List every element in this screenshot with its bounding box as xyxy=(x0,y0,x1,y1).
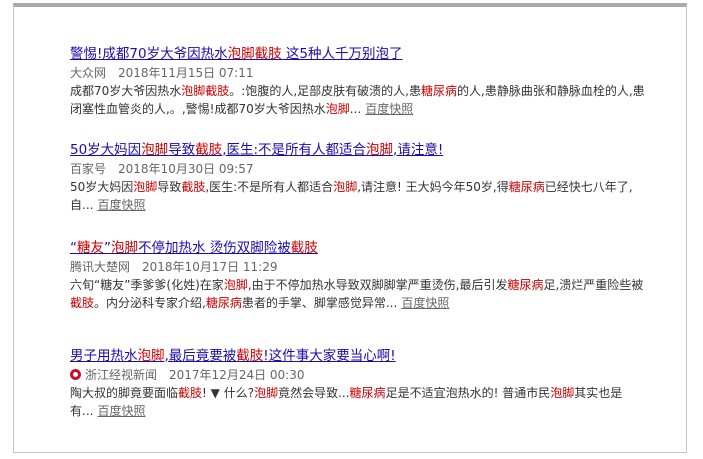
text-segment: ,请注意! 王大妈今年50岁,得 xyxy=(357,180,509,194)
text-segment: 竟然会导致... xyxy=(278,386,350,400)
highlighted-keyword: 截肢 xyxy=(178,386,203,400)
text-segment: ,请注意! xyxy=(393,142,444,158)
highlighted-keyword: 泡脚 xyxy=(254,386,279,400)
highlighted-keyword: 泡脚 xyxy=(223,278,248,292)
text-segment: ... xyxy=(349,102,362,116)
text-segment: 这5种人千万别泡了 xyxy=(281,46,403,62)
result-title-link[interactable]: 警惕!成都70岁大爷因热水泡脚截肢 这5种人千万别泡了 xyxy=(70,45,645,63)
result-snippet: 50岁大妈因泡脚导致截肢,医生:不是所有人都适合泡脚,请注意! 王大妈今年50岁… xyxy=(70,178,645,214)
highlighted-keyword: 糖尿病 xyxy=(349,386,386,400)
highlighted-keyword: 泡脚 xyxy=(137,348,165,364)
text-segment: ,由于不停加热水导致双脚脚掌严重烫伤,最后引发 xyxy=(247,278,508,292)
text-segment: 导致 xyxy=(157,180,182,194)
text-segment: 足是不适宜泡热水的! 普通市民 xyxy=(385,386,551,400)
source-name: 百家号 xyxy=(70,162,107,176)
snippet-text: 50岁大妈因泡脚导致截肢,医生:不是所有人都适合泡脚,请注意! 王大妈今年50岁… xyxy=(70,180,633,212)
highlighted-keyword: 截肢 xyxy=(195,142,223,158)
result-source: 浙江经视新闻 2017年12月24日 00:30 xyxy=(70,366,645,384)
text-segment: 50岁大妈因 xyxy=(70,142,142,158)
text-segment: 足,溃烂严重险些被 xyxy=(543,278,644,292)
cache-snapshot-link[interactable]: 百度快照 xyxy=(97,404,145,418)
highlighted-keyword: 截肢 xyxy=(236,348,264,364)
result-snippet: 六旬“糖友”季爹爹(化姓)在家泡脚,由于不停加热水导致双脚脚掌严重烫伤,最后引发… xyxy=(70,276,645,312)
source-name: 浙江经视新闻 xyxy=(85,368,158,382)
result-source: 腾讯大楚网 2018年10月17日 11:29 xyxy=(70,258,645,276)
highlighted-keyword: 泡脚 xyxy=(550,386,575,400)
highlighted-keyword: 泡脚 xyxy=(366,142,394,158)
highlighted-keyword: 糖尿病 xyxy=(420,84,457,98)
highlighted-keyword: 截肢 xyxy=(181,180,206,194)
result-source: 大众网 2018年11月15日 07:11 xyxy=(70,64,645,82)
highlighted-keyword: 泡脚 xyxy=(141,142,169,158)
text-segment: ,医生:不是所有人都适合 xyxy=(205,180,334,194)
result-title-link[interactable]: “糖友”泡脚不停加热水 烫伤双脚险被截肢 xyxy=(70,239,645,257)
text-segment: 不停加热水 烫伤双脚险被 xyxy=(138,240,291,256)
text-segment: 患者的手掌、脚掌感觉异常... xyxy=(241,296,398,310)
results-panel: 警惕!成都70岁大爷因热水泡脚截肢 这5种人千万别泡了 大众网 2018年11月1… xyxy=(13,3,687,453)
highlighted-keyword: 泡脚截肢 xyxy=(181,84,230,98)
text-segment: ,最后竟要被 xyxy=(164,348,237,364)
text-segment: 成都70岁大爷因热水 xyxy=(70,84,182,98)
text-segment: 六旬“糖友”季爹爹(化姓)在家 xyxy=(70,278,224,292)
snippet-text: 陶大叔的脚竟要面临截肢! ▼ 什么?泡脚竟然会导致...糖尿病足是不适宜泡热水的… xyxy=(70,386,622,418)
publish-date: 2018年11月15日 07:11 xyxy=(118,66,254,80)
source-name: 腾讯大楚网 xyxy=(70,260,131,274)
result-source: 百家号 2018年10月30日 09:57 xyxy=(70,160,645,178)
publish-date: 2018年10月17日 11:29 xyxy=(142,260,278,274)
snippet-text: 六旬“糖友”季爹爹(化姓)在家泡脚,由于不停加热水导致双脚脚掌严重烫伤,最后引发… xyxy=(70,278,643,310)
text-segment: 50岁大妈因 xyxy=(70,180,134,194)
cache-snapshot-link[interactable]: 百度快照 xyxy=(401,296,449,310)
cache-snapshot-link[interactable]: 百度快照 xyxy=(97,198,145,212)
highlighted-keyword: 泡脚 xyxy=(333,180,358,194)
highlighted-keyword: 截肢 xyxy=(290,240,318,256)
result-item: 男子用热水泡脚,最后竟要被截肢!这件事大家要当心啊! 浙江经视新闻 2017年12… xyxy=(70,347,645,420)
result-item: 警惕!成都70岁大爷因热水泡脚截肢 这5种人千万别泡了 大众网 2018年11月1… xyxy=(70,45,645,118)
highlighted-keyword: 泡脚截肢 xyxy=(227,46,282,62)
publish-date: 2018年10月30日 09:57 xyxy=(118,162,254,176)
result-snippet: 陶大叔的脚竟要面临截肢! ▼ 什么?泡脚竟然会导致...糖尿病足是不适宜泡热水的… xyxy=(70,384,645,420)
text-segment: 。内分泌科专家介绍, xyxy=(94,296,206,310)
highlighted-keyword: 泡脚 xyxy=(325,102,350,116)
highlighted-keyword: 糖尿病 xyxy=(508,180,545,194)
highlighted-keyword: 泡脚 xyxy=(133,180,158,194)
text-segment: 陶大叔的脚竟要面临 xyxy=(70,386,179,400)
text-segment: !这件事大家要当心啊! xyxy=(263,348,396,364)
result-title-link[interactable]: 50岁大妈因泡脚导致截肢,医生:不是所有人都适合泡脚,请注意! xyxy=(70,141,645,159)
highlighted-keyword: 糖友 xyxy=(77,240,104,256)
text-segment: 。:饱腹的人,足部皮肤有破溃的人,患 xyxy=(229,84,421,98)
result-item: 50岁大妈因泡脚导致截肢,医生:不是所有人都适合泡脚,请注意! 百家号 2018年… xyxy=(70,141,645,214)
highlighted-keyword: 糖尿病 xyxy=(205,296,242,310)
text-segment: ” xyxy=(104,240,111,256)
snippet-text: 成都70岁大爷因热水泡脚截肢。:饱腹的人,足部皮肤有破溃的人,患糖尿病的人,患静… xyxy=(70,84,645,116)
text-segment: “ xyxy=(70,240,77,256)
result-snippet: 成都70岁大爷因热水泡脚截肢。:饱腹的人,足部皮肤有破溃的人,患糖尿病的人,患静… xyxy=(70,82,645,118)
result-item: “糖友”泡脚不停加热水 烫伤双脚险被截肢 腾讯大楚网 2018年10月17日 11… xyxy=(70,239,645,312)
news-source-logo-icon xyxy=(70,369,81,380)
highlighted-keyword: 泡脚 xyxy=(111,240,138,256)
text-segment: 男子用热水 xyxy=(70,348,138,364)
text-segment: 警惕!成都70岁大爷因热水 xyxy=(70,46,228,62)
cache-snapshot-link[interactable]: 百度快照 xyxy=(365,102,413,116)
highlighted-keyword: 截肢 xyxy=(70,296,95,310)
highlighted-keyword: 糖尿病 xyxy=(507,278,544,292)
text-segment: ! ▼ 什么? xyxy=(202,386,255,400)
publish-date: 2017年12月24日 00:30 xyxy=(169,368,305,382)
text-segment: ,医生:不是所有人都适合 xyxy=(222,142,367,158)
result-title-link[interactable]: 男子用热水泡脚,最后竟要被截肢!这件事大家要当心啊! xyxy=(70,347,645,365)
source-name: 大众网 xyxy=(70,66,107,80)
text-segment: 导致 xyxy=(168,142,196,158)
